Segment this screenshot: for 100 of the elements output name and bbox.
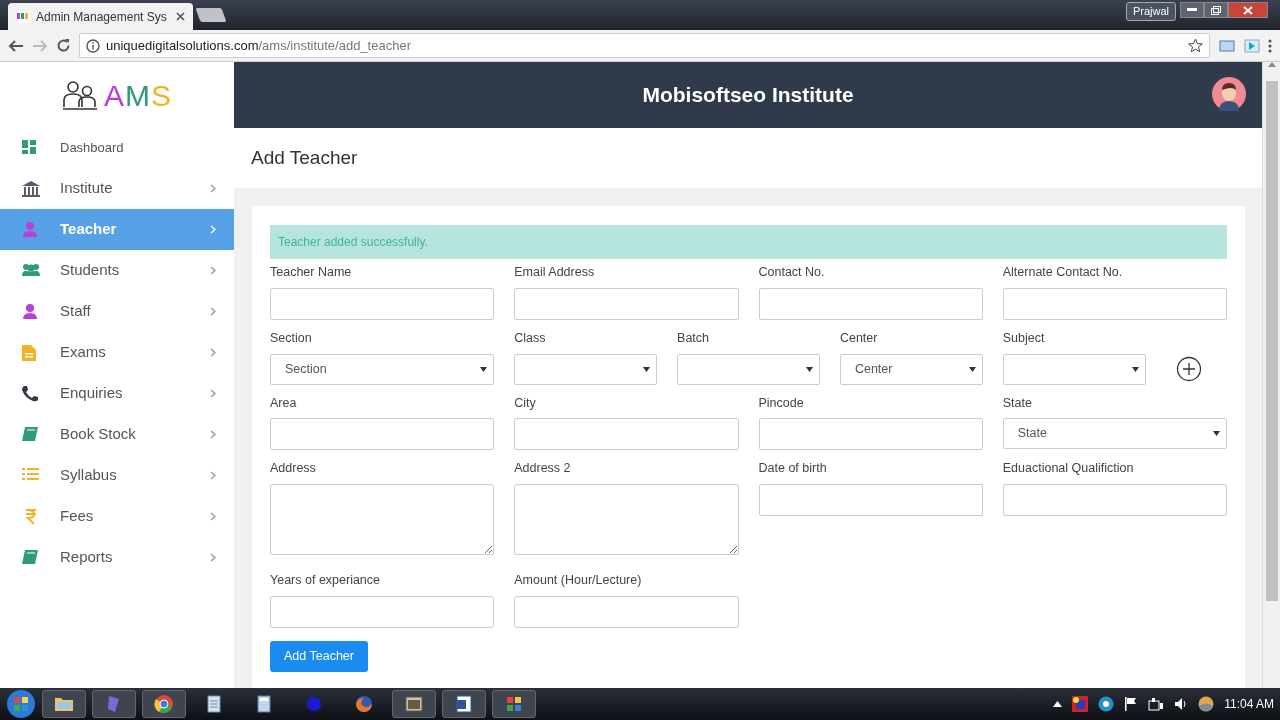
input-field[interactable] xyxy=(758,418,983,451)
caret-icon xyxy=(1213,431,1220,437)
address-bar[interactable]: uniquedigitalsolutions.com/ams/institute/add_teacher xyxy=(79,33,1210,58)
input-field[interactable] xyxy=(758,287,983,320)
sidebar-item[interactable]: Fees xyxy=(0,496,234,537)
document-icon[interactable] xyxy=(453,693,475,715)
field-label: Center xyxy=(839,329,879,347)
select-field[interactable] xyxy=(677,353,820,385)
bank-icon xyxy=(22,180,40,197)
field-label: Email Address xyxy=(514,264,596,281)
input-field[interactable] xyxy=(514,287,739,320)
browser-tab[interactable]: Admin Management Sys xyxy=(8,3,193,30)
caret-icon xyxy=(1131,366,1139,372)
minimize-icon xyxy=(1187,8,1197,13)
close-window-button[interactable] xyxy=(1228,2,1268,18)
sidebar-item[interactable]: Reports xyxy=(0,537,234,578)
field-label: Contact No. xyxy=(758,264,826,281)
volume-icon[interactable] xyxy=(1174,697,1189,711)
restore-icon xyxy=(1211,5,1221,15)
network-icon[interactable] xyxy=(1148,697,1165,711)
sidebar-item[interactable]: Institute xyxy=(0,168,234,209)
select-field[interactable]: Center xyxy=(839,353,983,385)
weather-icon[interactable] xyxy=(1198,696,1215,712)
input-field[interactable] xyxy=(270,595,495,628)
disc-icon[interactable] xyxy=(1098,696,1115,712)
field-label: Teacher Name xyxy=(270,264,353,281)
book-icon xyxy=(22,549,40,566)
phone-icon xyxy=(22,385,40,402)
field-label: City xyxy=(514,394,537,412)
caret-icon xyxy=(643,366,651,372)
institute-title: Mobisoftseo Institute xyxy=(642,82,854,108)
input-field[interactable] xyxy=(270,418,495,451)
input-field[interactable] xyxy=(758,484,983,516)
url-text: uniquedigitalsolutions.com/ams/institute/add_teacher xyxy=(106,36,412,55)
new-tab-button[interactable] xyxy=(195,8,227,22)
scrollbar[interactable] xyxy=(1262,62,1280,688)
input-field[interactable] xyxy=(270,287,495,320)
field-label: Batch xyxy=(677,329,711,347)
textarea-field[interactable] xyxy=(514,484,739,555)
scroll-thumb[interactable] xyxy=(1265,81,1278,601)
favicon-icon xyxy=(16,10,30,23)
minimize-button[interactable] xyxy=(1180,2,1204,18)
field-label: Alternate Contact No. xyxy=(1002,264,1124,281)
play-icon[interactable] xyxy=(1244,38,1260,53)
person-icon xyxy=(22,303,40,320)
restore-button[interactable] xyxy=(1204,2,1228,18)
reload-icon[interactable] xyxy=(56,38,71,53)
field-label: State xyxy=(1002,394,1033,412)
show-hidden-icons-icon[interactable] xyxy=(1053,701,1063,707)
success-alert: Teacher added successfully. xyxy=(270,225,1227,259)
person-icon xyxy=(22,221,40,238)
menu-icon[interactable] xyxy=(1268,38,1272,53)
close-icon[interactable] xyxy=(176,12,185,21)
logo-text: AMS xyxy=(104,77,172,114)
caret-icon xyxy=(968,366,976,372)
input-field[interactable] xyxy=(514,595,739,628)
tray-app-icon[interactable] xyxy=(1072,696,1089,712)
book-icon xyxy=(22,426,40,443)
avatar-icon[interactable] xyxy=(1212,77,1246,111)
sidebar-item[interactable]: Dashboard xyxy=(0,128,234,168)
select-field[interactable] xyxy=(1002,353,1146,385)
sidebar-item[interactable]: Book Stock xyxy=(0,414,234,455)
people-icon xyxy=(22,262,40,279)
field-label: Eduactional Qualifiction xyxy=(1002,460,1135,478)
browser-icon[interactable] xyxy=(153,693,175,715)
sidebar-item[interactable]: Exams xyxy=(0,332,234,373)
star-icon[interactable] xyxy=(1188,38,1203,53)
input-field[interactable] xyxy=(1002,287,1227,320)
teachers-logo-icon xyxy=(62,80,98,110)
field-label: Section xyxy=(270,329,313,347)
select-field[interactable]: State xyxy=(1002,418,1227,450)
fox-globe-icon[interactable] xyxy=(353,693,375,715)
field-label: Years of experiance xyxy=(270,572,382,589)
page-title: Add Teacher xyxy=(234,128,1262,188)
sidebar-item[interactable]: Enquiries xyxy=(0,373,234,414)
user-profile-button[interactable]: Prajwal xyxy=(1125,2,1176,21)
field-label: Date of birth xyxy=(758,460,828,478)
field-label: Address 2 xyxy=(514,460,572,478)
sidebar-item[interactable]: Students xyxy=(0,250,234,291)
caret-icon xyxy=(480,366,488,372)
textarea-field[interactable] xyxy=(270,484,495,555)
window-icon[interactable] xyxy=(403,693,425,715)
tab-title: Admin Management Sys xyxy=(36,8,168,26)
caret-icon xyxy=(805,366,813,372)
input-field[interactable] xyxy=(514,418,739,451)
select-field[interactable] xyxy=(514,353,658,385)
back-arrow-icon[interactable] xyxy=(8,38,24,53)
clock[interactable]: 11:04 AM xyxy=(1224,695,1274,713)
field-label: Address xyxy=(270,460,317,478)
field-label: Subject xyxy=(1002,329,1046,347)
input-field[interactable] xyxy=(1002,484,1227,516)
info-icon[interactable] xyxy=(86,38,100,53)
flag-icon[interactable] xyxy=(1124,697,1139,711)
field-label: Pincode xyxy=(758,394,805,412)
select-field[interactable]: Section xyxy=(270,353,495,385)
add-icon[interactable] xyxy=(1175,355,1202,382)
sidebar-item[interactable]: Syllabus xyxy=(0,455,234,496)
start-button[interactable] xyxy=(6,689,36,719)
field-label: Area xyxy=(270,394,298,412)
sidebar-item[interactable]: Staff xyxy=(0,291,234,332)
